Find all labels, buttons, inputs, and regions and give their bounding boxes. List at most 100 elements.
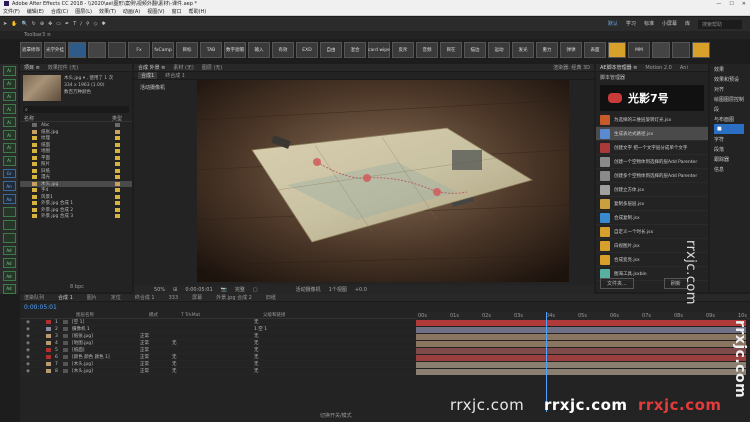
timeline-tab[interactable]: 图片: [87, 294, 97, 301]
layer-name[interactable]: [纸面]: [72, 347, 140, 353]
timeline-tab[interactable]: 旧纸: [266, 294, 276, 301]
column-type[interactable]: 类型: [112, 115, 122, 122]
exposure-value[interactable]: +0.0: [355, 287, 367, 293]
plugin-button[interactable]: 目在: [440, 42, 462, 58]
layer-row[interactable]: ◉ 6 [颜色 颜色 颜色 1] 正常无无: [20, 354, 750, 361]
side-panel-item[interactable]: ■: [714, 124, 744, 134]
plugin-button[interactable]: 有效: [272, 42, 294, 58]
eraser-tool-icon[interactable]: ◇: [94, 21, 98, 27]
label-color-icon[interactable]: [115, 123, 120, 128]
project-search-input[interactable]: ⌕: [23, 106, 129, 113]
views-dropdown[interactable]: 1个视图: [329, 286, 347, 293]
maximize-button[interactable]: ☐: [729, 1, 733, 7]
bpc-indicator[interactable]: 8 bpc: [70, 284, 84, 290]
selection-tool-icon[interactable]: ➤: [3, 21, 7, 27]
folder-button[interactable]: 文件夹...: [600, 278, 634, 289]
plugin-button[interactable]: 音频: [416, 42, 438, 58]
plugin-button[interactable]: 发光: [512, 42, 534, 58]
timeline-tab[interactable]: 屏幕: [192, 294, 202, 301]
minimize-button[interactable]: —: [716, 1, 721, 7]
dock-button[interactable]: [2, 207, 16, 217]
plugin-button[interactable]: 弹弹: [560, 42, 582, 58]
camera-dropdown[interactable]: 活动摄像机: [296, 286, 321, 293]
visibility-eye-icon[interactable]: ◉: [26, 334, 46, 339]
plugin-button[interactable]: 运动: [488, 42, 510, 58]
layer-row[interactable]: ◉ 7 [木头.jpg] 正常无无: [20, 361, 750, 368]
timeline-tab[interactable]: 渲染队列: [24, 294, 44, 301]
label-color-swatch[interactable]: [46, 320, 51, 324]
column-layer-name[interactable]: 图层名称: [76, 312, 149, 318]
visibility-eye-icon[interactable]: ◉: [26, 327, 46, 332]
visibility-eye-icon[interactable]: ◉: [26, 369, 46, 374]
plugin-button[interactable]: fxCamp: [152, 42, 174, 58]
tab-motion[interactable]: Motion 2.0: [645, 65, 672, 71]
layer-duration-bar[interactable]: [416, 340, 746, 347]
dock-button[interactable]: Ai: [2, 117, 16, 128]
script-item[interactable]: 创建多个空物体到选择的层Add Parenter: [596, 169, 708, 183]
trkmat-dropdown[interactable]: 无: [172, 368, 254, 374]
layer-mode-dropdown[interactable]: 正常: [140, 333, 172, 339]
visibility-eye-icon[interactable]: ◉: [26, 355, 46, 360]
side-panel-item[interactable]: 绘图图层控制: [714, 94, 750, 104]
side-panel-item[interactable]: 字符: [714, 134, 750, 144]
zoom-tool-icon[interactable]: 🔍: [21, 21, 27, 27]
plugin-button[interactable]: 描边: [464, 42, 486, 58]
dock-button[interactable]: Ai: [2, 91, 16, 102]
menu-item[interactable]: 图层(L): [75, 8, 92, 15]
side-panel-item[interactable]: 与布面图: [714, 114, 750, 124]
workspace-default[interactable]: 默认: [608, 20, 618, 29]
menu-item[interactable]: 效果(T): [99, 8, 116, 15]
tab-effect-controls[interactable]: 效果控件 (无): [48, 64, 79, 71]
snapshot-icon[interactable]: 📷: [221, 287, 227, 293]
plugin-button[interactable]: [652, 42, 670, 58]
script-item[interactable]: 为选择的三维层旋转灯光.jsx: [596, 113, 708, 127]
tab-layer[interactable]: 图层 (无): [202, 64, 223, 71]
dock-button[interactable]: An: [2, 181, 16, 192]
layer-row[interactable]: ◉ 4 [地图.jpg] 正常无无: [20, 340, 750, 347]
menu-item[interactable]: 视图(V): [147, 8, 164, 15]
parent-dropdown[interactable]: 无: [254, 340, 314, 346]
toggle-switches-label[interactable]: 切换开关/模式: [320, 412, 352, 419]
plugin-button[interactable]: [108, 42, 126, 58]
side-panel-item[interactable]: 效果: [714, 64, 750, 74]
layer-name[interactable]: [木头.jpg]: [72, 368, 140, 374]
plugin-button[interactable]: [68, 42, 86, 58]
plugin-button[interactable]: [692, 42, 710, 58]
rotate-tool-icon[interactable]: ↻: [32, 21, 36, 27]
script-item[interactable]: 复制多层层.jsx: [596, 197, 708, 211]
label-color-icon[interactable]: [115, 155, 120, 160]
pen-tool-icon[interactable]: ✒: [65, 21, 69, 27]
plugin-button[interactable]: Fx: [128, 42, 150, 58]
plugin-button[interactable]: [608, 42, 626, 58]
plugin-button[interactable]: 遮罩修饰: [20, 42, 42, 58]
visibility-eye-icon[interactable]: ◉: [26, 320, 46, 325]
menu-item[interactable]: 编辑(E): [27, 8, 44, 15]
tab-composition[interactable]: 合成 外景 ≡: [138, 64, 165, 71]
parent-dropdown[interactable]: 1.空 1: [254, 326, 314, 332]
workspace-learn[interactable]: 学习: [626, 20, 636, 29]
layer-name[interactable]: [颜色 颜色 颜色 1]: [72, 354, 140, 360]
tab-footage[interactable]: 素材 (无): [173, 64, 194, 71]
timeline-tab[interactable]: 合成 1: [58, 294, 73, 301]
layer-mode-dropdown[interactable]: 正常: [140, 340, 172, 346]
label-color-swatch[interactable]: [46, 369, 51, 373]
breadcrumb-comp1[interactable]: 合成1: [138, 72, 158, 79]
puppet-tool-icon[interactable]: ✱: [102, 21, 106, 27]
parent-dropdown[interactable]: 无: [254, 361, 314, 367]
dock-button[interactable]: [2, 232, 16, 243]
label-color-icon[interactable]: [115, 136, 120, 141]
stamp-tool-icon[interactable]: ⚲: [86, 21, 90, 27]
layer-name[interactable]: [木头.jpg]: [72, 361, 140, 367]
plugin-button[interactable]: EXD: [296, 42, 318, 58]
camera-tool-icon[interactable]: ⊕: [40, 21, 44, 27]
side-panel-item[interactable]: 段落: [714, 144, 750, 154]
label-color-swatch[interactable]: [46, 327, 51, 331]
plugin-button[interactable]: card wipe: [368, 42, 390, 58]
label-color-icon[interactable]: [115, 188, 120, 193]
layer-name[interactable]: 摄像机 1: [72, 326, 140, 332]
layer-duration-bar[interactable]: [416, 326, 746, 333]
script-item[interactable]: 创建文字 把一个文字层分成单个文字: [596, 141, 708, 155]
side-panel-item[interactable]: 效果和预设: [714, 74, 750, 84]
dock-button[interactable]: Ai: [2, 104, 16, 115]
plugin-button[interactable]: 表面: [584, 42, 606, 58]
